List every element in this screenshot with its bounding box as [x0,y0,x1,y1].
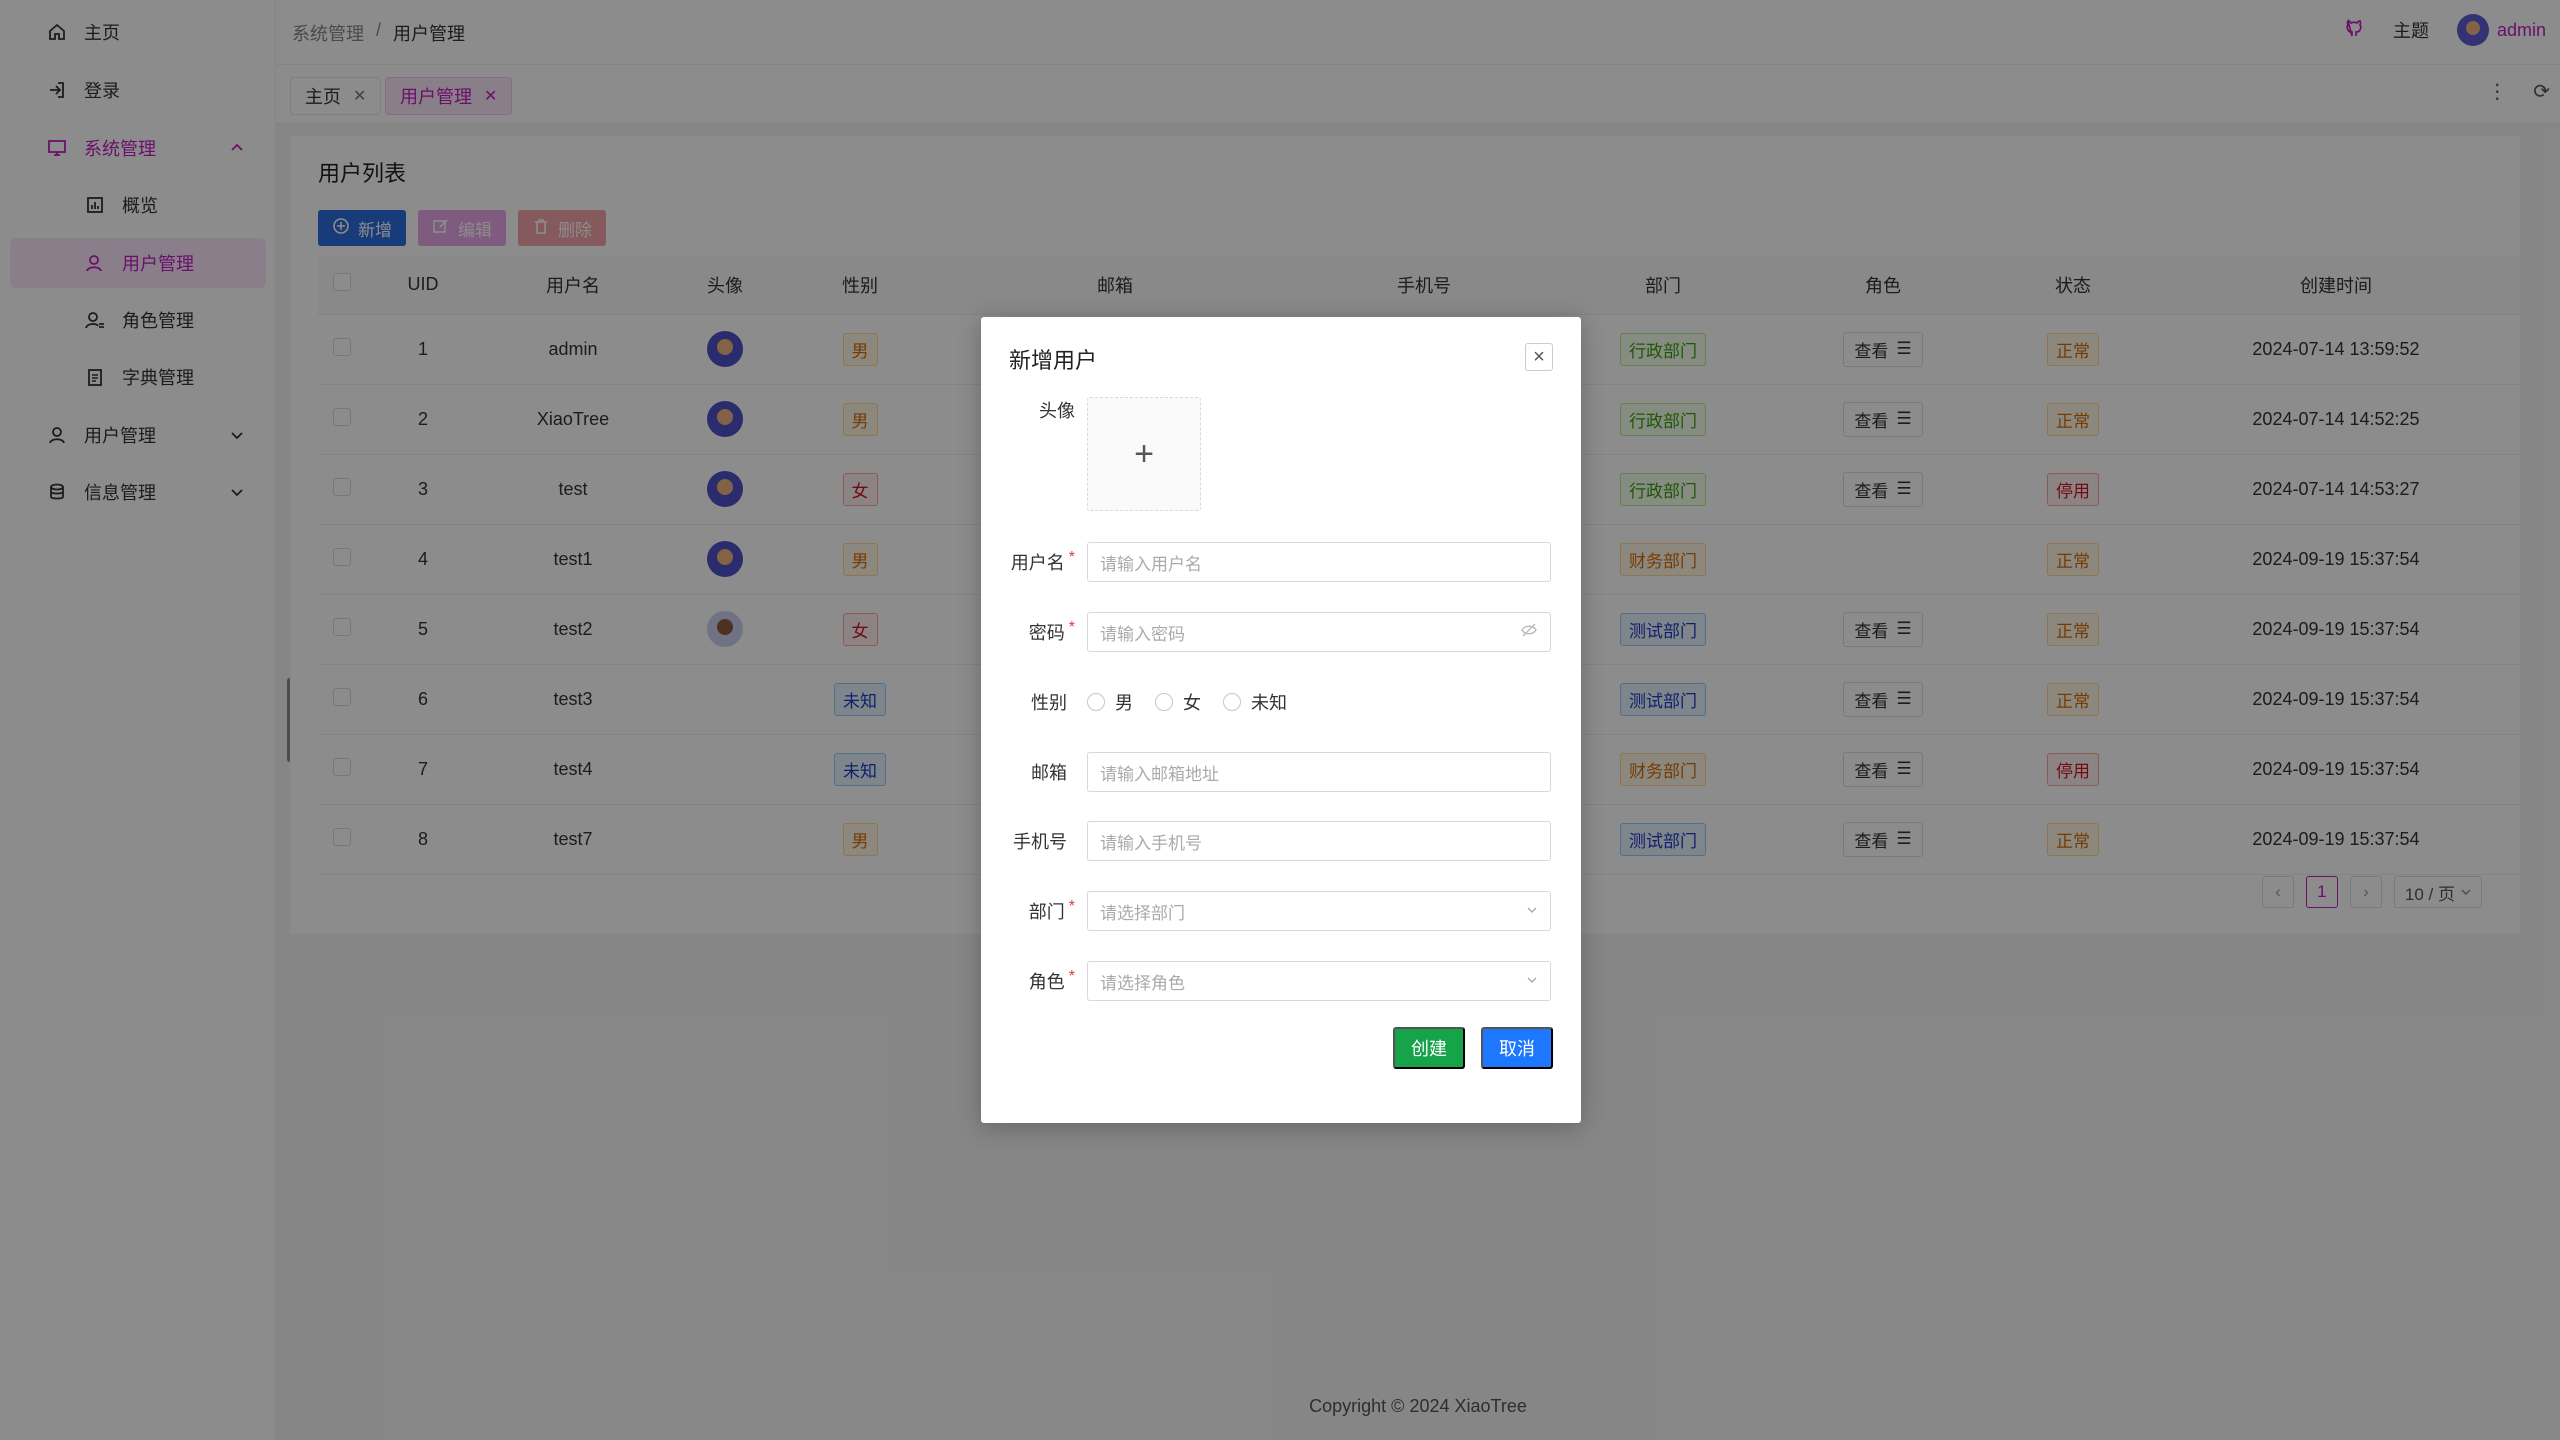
role-select[interactable]: 请选择角色 [1087,961,1551,1001]
field-label: 性别 [1031,693,1067,713]
close-icon[interactable]: × [1525,343,1553,371]
radio-label: 未知 [1251,693,1287,713]
password-input[interactable]: 请输入密码 [1087,612,1551,652]
radio-button[interactable] [1155,693,1173,711]
avatar-row: 头像 [981,397,1581,439]
phone-input[interactable]: 请输入手机号 [1087,821,1551,861]
plus-icon: + [1134,434,1154,473]
department-select[interactable]: 请选择部门 [1087,891,1551,931]
radio-label: 男 [1115,693,1133,713]
required-mark: * [1068,549,1075,566]
placeholder: 请输入邮箱地址 [1100,764,1219,784]
role-row: 角色 * 请选择角色 [981,960,1581,1002]
placeholder: 请选择角色 [1100,973,1185,993]
field-label: 部门 [1028,902,1065,922]
create-button[interactable]: 创建 [1393,1027,1465,1069]
radio-button[interactable] [1223,693,1241,711]
gender-option-female[interactable]: 女 [1155,689,1201,715]
add-user-dialog: 新增用户 × 头像 + 用户名 * 请输入用户名 密码 * 请输入密码 性别 男 女… [981,317,1581,1123]
placeholder: 请输入手机号 [1100,833,1202,853]
cancel-button[interactable]: 取消 [1481,1027,1553,1069]
email-row: 邮箱 请输入邮箱地址 [981,751,1581,793]
placeholder: 请选择部门 [1100,903,1185,923]
department-row: 部门 * 请选择部门 [981,890,1581,932]
field-label: 密码 [1028,623,1065,643]
gender-row: 性别 男 女 未知 [981,681,1581,723]
gender-option-unknown[interactable]: 未知 [1223,689,1287,715]
field-label: 头像 [1039,401,1075,421]
placeholder: 请输入用户名 [1100,554,1202,574]
required-mark: * [1068,898,1075,915]
field-label: 手机号 [1013,832,1067,852]
dialog-title: 新增用户 [1009,348,1098,373]
field-label: 角色 [1028,972,1065,992]
email-input[interactable]: 请输入邮箱地址 [1087,752,1551,792]
radio-label: 女 [1183,693,1201,713]
chevron-down-icon [1526,971,1538,991]
chevron-down-icon [1526,901,1538,921]
phone-row: 手机号 请输入手机号 [981,820,1581,862]
avatar-upload[interactable]: + [1087,397,1201,511]
username-row: 用户名 * 请输入用户名 [981,541,1581,583]
placeholder: 请输入密码 [1100,624,1185,644]
required-mark: * [1068,968,1075,985]
field-label: 邮箱 [1031,763,1067,783]
gender-option-male[interactable]: 男 [1087,689,1133,715]
required-mark: * [1068,619,1075,636]
password-row: 密码 * 请输入密码 [981,611,1581,653]
field-label: 用户名 [1010,553,1065,573]
eye-off-icon[interactable] [1520,621,1538,644]
radio-button[interactable] [1087,693,1105,711]
username-input[interactable]: 请输入用户名 [1087,542,1551,582]
gender-radio-group: 男 女 未知 [1087,689,1287,715]
